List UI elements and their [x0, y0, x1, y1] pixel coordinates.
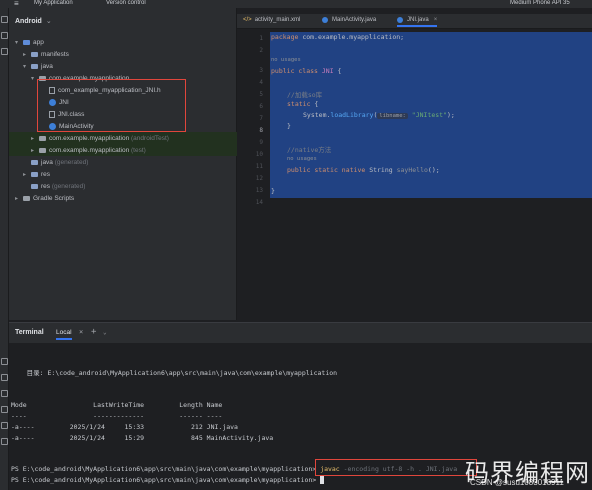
code-line: public static native String sayHello();: [287, 166, 440, 174]
code-editor[interactable]: 1 2 3 4 5 6 7 8 9 10 11 12 13 14 package…: [237, 29, 592, 320]
code-line: }: [287, 122, 291, 130]
tab-mainactivity-java[interactable]: MainActivity.java: [322, 17, 376, 23]
line-number: 14: [255, 199, 263, 206]
tab-local[interactable]: Local: [56, 329, 72, 340]
structure-icon[interactable]: [1, 48, 8, 55]
editor-tab-bar: </> activity_main.xml MainActivity.java J…: [237, 14, 592, 29]
collapse-arrow-icon[interactable]: ▸: [15, 195, 23, 202]
git-icon[interactable]: [1, 422, 8, 429]
terminal-directory-line: 目录: E:\code_android\MyApplication6\app\s…: [11, 369, 338, 377]
usages-hint[interactable]: no usages: [287, 156, 317, 162]
line-number: 11: [255, 163, 263, 170]
gradle-icon: [23, 195, 30, 201]
project-selector[interactable]: My Application: [34, 0, 73, 6]
line-number: 6: [259, 103, 263, 110]
package-icon: [39, 135, 46, 141]
parameter-hint: libname:: [377, 113, 408, 119]
close-tab-icon[interactable]: ×: [79, 328, 83, 336]
main-menu-icon[interactable]: ≡: [14, 0, 19, 8]
package-icon: [39, 147, 46, 153]
class-icon: [397, 17, 403, 23]
build-icon[interactable]: [1, 438, 8, 445]
line-number: 10: [255, 151, 263, 158]
line-number: 4: [259, 79, 263, 86]
commit-icon[interactable]: [1, 32, 8, 39]
project-panel: Android ⌄ ▾ app ▸ manifests ▾ java ▾ com.exam…: [9, 8, 237, 320]
device-selector[interactable]: Medium Phone API 35: [510, 0, 570, 6]
tree-item-app[interactable]: ▾ app: [9, 36, 237, 48]
expand-arrow-icon[interactable]: ▾: [23, 63, 31, 70]
folder-icon[interactable]: [1, 16, 8, 23]
line-number: 8: [259, 127, 263, 134]
run-icon[interactable]: [1, 358, 8, 365]
folder-icon: [31, 171, 38, 177]
line-number: 9: [259, 139, 263, 146]
tree-item-res[interactable]: ▸ res: [9, 168, 237, 180]
module-folder-icon: [23, 39, 30, 45]
close-tab-icon[interactable]: ×: [434, 17, 438, 23]
terminal-table-header: Mode LastWriteTime Length Name: [11, 401, 223, 409]
code-line: package com.example.myapplication;: [271, 33, 405, 41]
folder-icon: [31, 159, 38, 165]
tree-item-java[interactable]: ▾ java: [9, 60, 237, 72]
terminal-row: -a---- 2025/1/24 15:29 845 MainActivity.…: [11, 434, 274, 442]
left-tool-strip: [0, 8, 9, 490]
folder-icon: [31, 51, 38, 57]
line-number: 2: [259, 47, 263, 54]
add-tab-icon[interactable]: +: [91, 327, 96, 337]
code-line: static {: [287, 100, 319, 108]
class-icon: [322, 17, 328, 23]
tree-item-res-generated[interactable]: res (generated): [9, 180, 237, 192]
terminal-prompt[interactable]: PS E:\code_android\MyApplication6\app\sr…: [11, 476, 325, 484]
folder-icon: [31, 183, 38, 189]
version-control-menu[interactable]: Version control: [106, 0, 146, 6]
line-number: 12: [255, 175, 263, 182]
terminal-title: Terminal: [15, 329, 44, 336]
collapse-arrow-icon[interactable]: ▸: [31, 135, 39, 142]
highlight-box-javac-command: [315, 459, 477, 476]
collapse-arrow-icon[interactable]: ▸: [23, 51, 31, 58]
xml-icon: </>: [243, 17, 252, 23]
chevron-down-icon[interactable]: ⌄: [103, 329, 107, 336]
terminal-icon[interactable]: [1, 406, 8, 413]
chevron-down-icon: ⌄: [45, 18, 52, 25]
logcat-icon[interactable]: [1, 374, 8, 381]
collapse-arrow-icon[interactable]: ▸: [23, 171, 31, 178]
code-comment: //native方法: [287, 146, 332, 154]
highlight-box-generated-files: [37, 79, 186, 132]
line-number-gutter: 1 2 3 4 5 6 7 8 9 10 11 12 13 14: [237, 29, 269, 320]
terminal-header: Terminal Local × + ⌄: [9, 323, 592, 343]
watermark-credit: CSDN @susu1083018911: [470, 478, 564, 487]
problems-icon[interactable]: [1, 390, 8, 397]
code-line: public class JNI {: [271, 67, 342, 75]
line-number: 3: [259, 67, 263, 74]
tree-item-test[interactable]: ▸ com.example.myapplication (test): [9, 144, 237, 156]
usages-hint[interactable]: no usages: [271, 57, 301, 63]
title-bar: ≡ My Application Version control Medium …: [0, 0, 592, 8]
folder-icon: [31, 63, 38, 69]
text-caret: [320, 476, 325, 484]
tab-activity-main-xml[interactable]: </> activity_main.xml: [243, 17, 300, 23]
tree-item-manifests[interactable]: ▸ manifests: [9, 48, 237, 60]
line-number: 7: [259, 115, 263, 122]
code-line: }: [271, 187, 275, 195]
code-comment: //加载so库: [287, 91, 323, 99]
code-line: System.loadLibrary(libname: "JNItest");: [303, 111, 455, 119]
line-number: 13: [255, 187, 263, 194]
project-view-selector[interactable]: Android ⌄: [15, 17, 52, 25]
tab-jni-java[interactable]: JNI.java ×: [397, 17, 438, 27]
tree-item-java-generated[interactable]: java (generated): [9, 156, 237, 168]
tree-item-gradle-scripts[interactable]: ▸ Gradle Scripts: [9, 192, 237, 204]
line-number: 1: [259, 35, 263, 42]
collapse-arrow-icon[interactable]: ▸: [31, 147, 39, 154]
expand-arrow-icon[interactable]: ▾: [15, 39, 23, 46]
terminal-table-divider: ---- ------------- ------ ----: [11, 412, 223, 420]
terminal-row: -a---- 2025/1/24 15:33 212 JNI.java: [11, 423, 238, 431]
tree-item-androidtest[interactable]: ▸ com.example.myapplication (androidTest): [9, 132, 237, 144]
line-number: 5: [259, 91, 263, 98]
